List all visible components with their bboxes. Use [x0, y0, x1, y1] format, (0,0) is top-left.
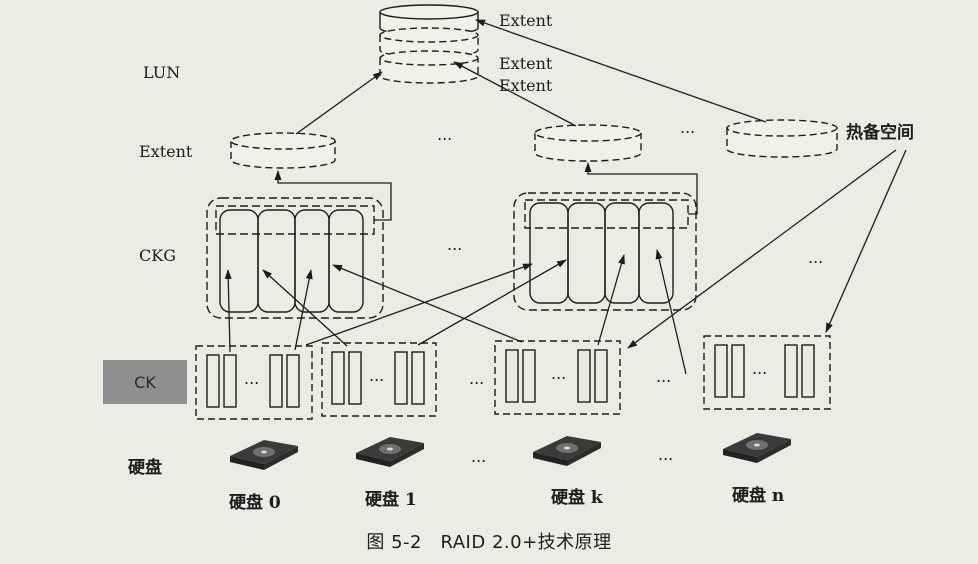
extent-label: Extent — [499, 76, 553, 95]
ckg-group-1 — [206, 197, 384, 319]
ck-ellipsis: ... — [244, 369, 260, 388]
ck-groups — [195, 335, 831, 420]
ellipsis: ... — [471, 447, 487, 466]
ellipsis: ... — [808, 248, 824, 267]
hard-disk-icon — [533, 436, 601, 466]
extent-hot-spare — [726, 119, 838, 158]
extent-label: Extent — [499, 54, 553, 73]
level-label-extent: Extent — [139, 142, 193, 161]
disk-label-1: 硬盘 1 — [365, 490, 417, 510]
ck-ellipsis: ... — [752, 359, 768, 378]
ellipsis: ... — [437, 125, 453, 144]
ellipsis: ... — [680, 118, 696, 137]
ellipsis: ... — [447, 235, 463, 254]
raid-diagram — [195, 4, 907, 470]
ckg-group-2 — [513, 192, 697, 311]
level-label-lun: LUN — [143, 63, 181, 82]
ck-ellipsis: ... — [551, 364, 567, 383]
disk-label-n: 硬盘 n — [732, 486, 785, 506]
ellipsis: ... — [656, 367, 672, 386]
extent-label: Extent — [499, 11, 553, 30]
lun-stack — [379, 4, 479, 84]
level-label-disk: 硬盘 — [128, 458, 162, 478]
extent-level — [230, 119, 838, 169]
level-label-ckg: CKG — [139, 246, 176, 265]
hard-disk-icon — [723, 433, 791, 463]
level-label-ck: CK — [103, 360, 187, 404]
ellipsis: ... — [658, 445, 674, 464]
hard-disk-icon — [230, 440, 298, 470]
disk-icons — [230, 433, 791, 470]
disk-label-k: 硬盘 k — [551, 488, 603, 508]
hot-spare-label: 热备空间 — [846, 123, 914, 143]
arrows — [224, 19, 907, 375]
ck-ellipsis: ... — [369, 366, 385, 385]
extent-2 — [534, 124, 642, 162]
extent-1 — [230, 132, 336, 169]
disk-label-0: 硬盘 0 — [229, 493, 281, 513]
figure-caption: 图 5-2 RAID 2.0+技术原理 — [366, 532, 612, 553]
ellipsis: ... — [469, 369, 485, 388]
hard-disk-icon — [356, 437, 424, 467]
